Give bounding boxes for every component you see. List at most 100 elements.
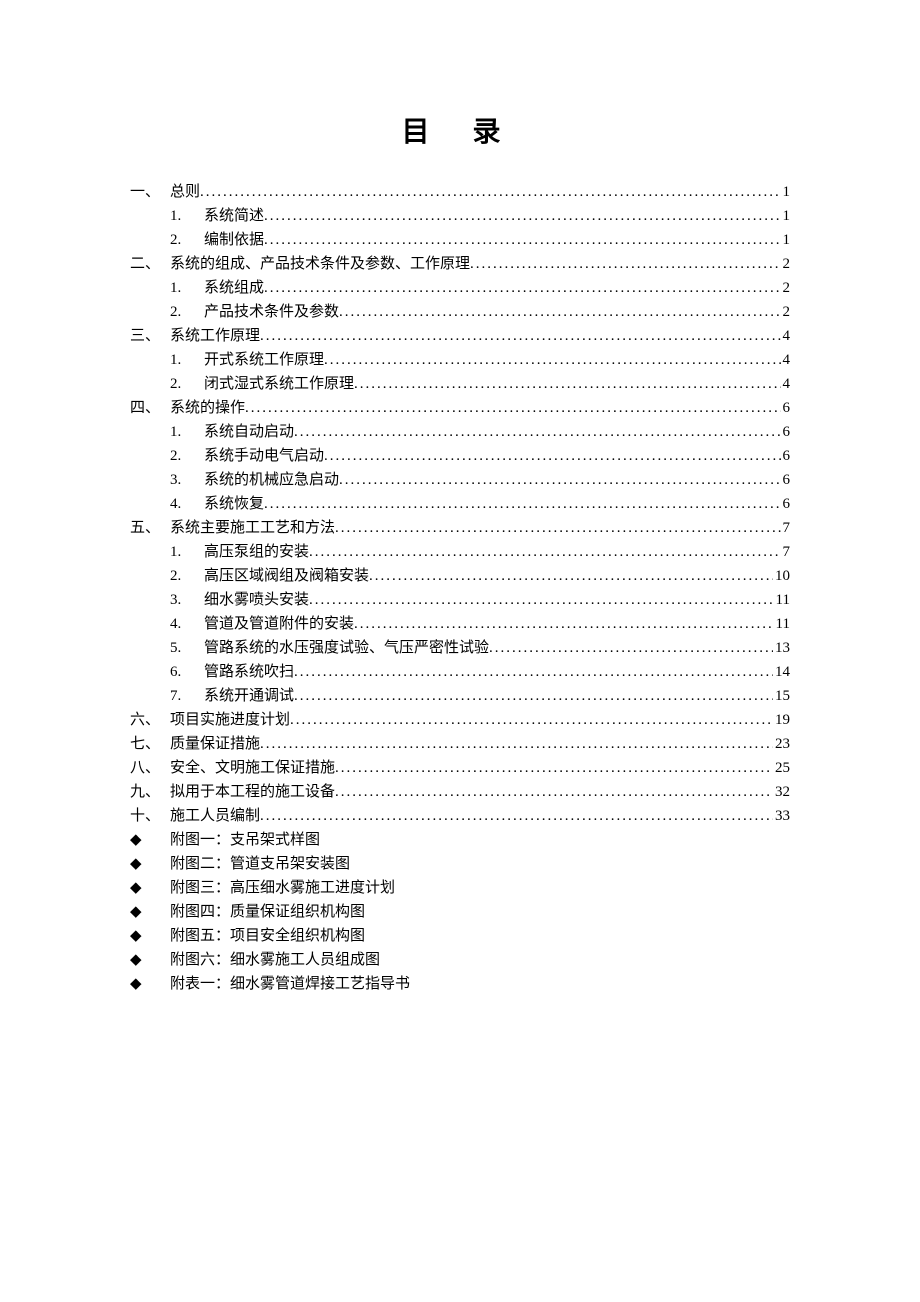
toc-label: 产品技术条件及参数 (204, 300, 339, 324)
toc-label: 施工人员编制 (170, 804, 260, 828)
toc-marker: 1. (170, 420, 204, 444)
attachment-label: 附图四：质量保证组织机构图 (170, 900, 790, 924)
attachment-label: 附表一：细水雾管道焊接工艺指导书 (170, 972, 790, 996)
toc-marker: 八、 (130, 756, 170, 780)
toc-marker: 3. (170, 588, 204, 612)
toc-marker: 3. (170, 468, 204, 492)
diamond-bullet-icon: ◆ (130, 828, 170, 852)
toc-leader-dots (309, 540, 780, 564)
toc-label: 系统恢复 (204, 492, 264, 516)
toc-page-number: 32 (773, 780, 790, 804)
toc-entry: 二、系统的组成、产品技术条件及参数、工作原理2 (130, 252, 790, 276)
toc-label: 系统的组成、产品技术条件及参数、工作原理 (170, 252, 470, 276)
toc-page-number: 7 (781, 516, 791, 540)
toc-marker: 三、 (130, 324, 170, 348)
toc-entry: 1.系统组成2 (130, 276, 790, 300)
toc-label: 项目实施进度计划 (170, 708, 290, 732)
toc-label: 拟用于本工程的施工设备 (170, 780, 335, 804)
toc-label: 安全、文明施工保证措施 (170, 756, 335, 780)
toc-label: 管路系统吹扫 (204, 660, 294, 684)
attachment-label: 附图五：项目安全组织机构图 (170, 924, 790, 948)
toc-leader-dots (264, 228, 780, 252)
toc-marker: 2. (170, 228, 204, 252)
toc-entry: 3.细水雾喷头安装 11 (130, 588, 790, 612)
attachments-list: ◆附图一：支吊架式样图◆附图二：管道支吊架安装图◆附图三：高压细水雾施工进度计划… (130, 828, 790, 996)
toc-page-number: 13 (773, 636, 790, 660)
toc-label: 系统简述 (204, 204, 264, 228)
toc-marker: 五、 (130, 516, 170, 540)
toc-entry: 九、拟用于本工程的施工设备32 (130, 780, 790, 804)
toc-page-number: 6 (781, 420, 791, 444)
toc-leader-dots (335, 516, 780, 540)
toc-entry: 七、质量保证措施23 (130, 732, 790, 756)
toc-marker: 6. (170, 660, 204, 684)
toc-marker: 十、 (130, 804, 170, 828)
toc-page-number: 15 (773, 684, 790, 708)
toc-page-number: 2 (781, 300, 791, 324)
toc-page-number: 4 (781, 348, 791, 372)
toc-page-number: 1 (781, 204, 791, 228)
toc-leader-dots (264, 492, 780, 516)
toc-leader-dots (309, 588, 774, 612)
toc-page-number: 2 (781, 276, 791, 300)
page-title: 目 录 (130, 110, 790, 150)
toc-leader-dots (260, 804, 773, 828)
toc-marker: 七、 (130, 732, 170, 756)
diamond-bullet-icon: ◆ (130, 900, 170, 924)
toc-marker: 1. (170, 204, 204, 228)
toc-leader-dots (354, 612, 774, 636)
toc-leader-dots (354, 372, 780, 396)
toc-entry: 1.开式系统工作原理 4 (130, 348, 790, 372)
toc-entry: 2.高压区域阀组及阀箱安装10 (130, 564, 790, 588)
toc-marker: 7. (170, 684, 204, 708)
diamond-bullet-icon: ◆ (130, 948, 170, 972)
toc-marker: 1. (170, 348, 204, 372)
toc-marker: 2. (170, 372, 204, 396)
toc-page-number: 11 (774, 588, 790, 612)
toc-entry: 6.管路系统吹扫14 (130, 660, 790, 684)
toc-marker: 4. (170, 492, 204, 516)
toc-marker: 六、 (130, 708, 170, 732)
table-of-contents: 一、总则11.系统简述12.编制依据1二、系统的组成、产品技术条件及参数、工作原… (130, 180, 790, 828)
toc-leader-dots (264, 276, 780, 300)
attachment-entry: ◆附图一：支吊架式样图 (130, 828, 790, 852)
toc-label: 系统主要施工工艺和方法 (170, 516, 335, 540)
toc-entry: 六、项目实施进度计划19 (130, 708, 790, 732)
diamond-bullet-icon: ◆ (130, 972, 170, 996)
toc-leader-dots (290, 708, 773, 732)
toc-entry: 5.管路系统的水压强度试验、气压严密性试验13 (130, 636, 790, 660)
toc-label: 管道及管道附件的安装 (204, 612, 354, 636)
attachment-entry: ◆附图五：项目安全组织机构图 (130, 924, 790, 948)
toc-entry: 八、安全、文明施工保证措施 25 (130, 756, 790, 780)
toc-leader-dots (324, 444, 780, 468)
toc-page-number: 1 (781, 180, 791, 204)
toc-leader-dots (489, 636, 773, 660)
toc-label: 开式系统工作原理 (204, 348, 324, 372)
toc-page-number: 6 (781, 492, 791, 516)
toc-leader-dots (335, 780, 773, 804)
toc-entry: 十、施工人员编制33 (130, 804, 790, 828)
toc-marker: 2. (170, 564, 204, 588)
toc-label: 系统的操作 (170, 396, 245, 420)
toc-page-number: 25 (773, 756, 790, 780)
toc-label: 系统组成 (204, 276, 264, 300)
toc-entry: 四、系统的操作6 (130, 396, 790, 420)
toc-leader-dots (339, 468, 780, 492)
toc-entry: 4.系统恢复 6 (130, 492, 790, 516)
diamond-bullet-icon: ◆ (130, 876, 170, 900)
toc-page-number: 6 (781, 444, 791, 468)
toc-leader-dots (200, 180, 780, 204)
toc-page-number: 2 (781, 252, 791, 276)
attachment-entry: ◆附图六：细水雾施工人员组成图 (130, 948, 790, 972)
toc-entry: 2.系统手动电气启动6 (130, 444, 790, 468)
toc-entry: 1.系统自动启动6 (130, 420, 790, 444)
toc-entry: 1.高压泵组的安装7 (130, 540, 790, 564)
toc-label: 系统工作原理 (170, 324, 260, 348)
toc-page-number: 11 (774, 612, 790, 636)
attachment-entry: ◆附图四：质量保证组织机构图 (130, 900, 790, 924)
toc-label: 细水雾喷头安装 (204, 588, 309, 612)
toc-leader-dots (294, 684, 773, 708)
toc-entry: 2.产品技术条件及参数2 (130, 300, 790, 324)
toc-label: 闭式湿式系统工作原理 (204, 372, 354, 396)
toc-page-number: 7 (781, 540, 791, 564)
